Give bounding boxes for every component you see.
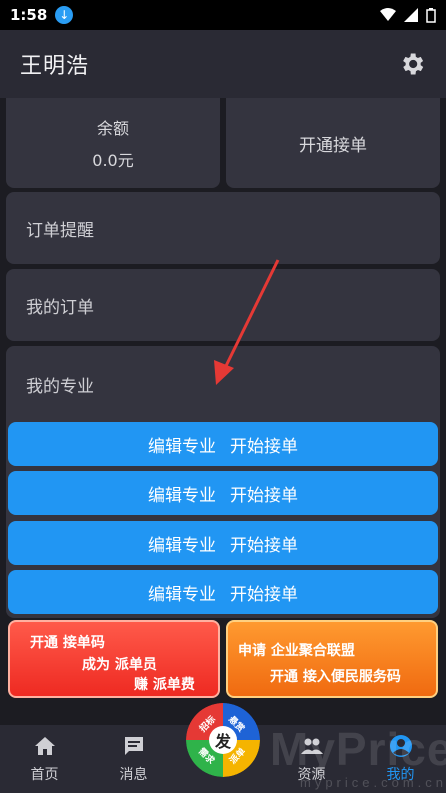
status-bar: 1:58 ↓ bbox=[0, 0, 446, 30]
balance-card[interactable]: 余额 0.0元 bbox=[6, 98, 220, 188]
order-reminder-item[interactable]: 订单提醒 bbox=[6, 192, 440, 264]
my-orders-label: 我的订单 bbox=[26, 297, 94, 318]
promo-alliance-banner[interactable]: 申请 企业聚合联盟 开通 接入便民服务码 bbox=[226, 620, 438, 698]
start-order-label: 开始接单 bbox=[230, 584, 298, 605]
specialty-button-2[interactable]: 编辑专业 开始接单 bbox=[8, 471, 438, 515]
promo-right-line2: 开通 接入便民服务码 bbox=[270, 669, 401, 685]
download-icon: ↓ bbox=[55, 6, 74, 24]
my-orders-item[interactable]: 我的订单 bbox=[6, 269, 440, 341]
start-order-label: 开始接单 bbox=[230, 535, 298, 556]
page-title: 王明浩 bbox=[20, 54, 90, 79]
specialty-button-3[interactable]: 编辑专业 开始接单 bbox=[8, 521, 438, 565]
home-icon bbox=[34, 737, 55, 755]
my-specialty-label: 我的专业 bbox=[26, 377, 94, 397]
open-order-card[interactable]: 开通接单 bbox=[226, 98, 440, 188]
tab-home-label: 首页 bbox=[30, 767, 59, 783]
fab-center-label: 发 bbox=[209, 726, 237, 754]
edit-specialty-label: 编辑专业 bbox=[148, 485, 216, 506]
status-icons bbox=[380, 7, 436, 23]
main-content: 余额 0.0元 开通接单 订单提醒 我的订单 我的专业 编辑专业 开始接单 编辑… bbox=[0, 98, 446, 720]
promo-left-line3: 赚 派单费 bbox=[134, 677, 195, 693]
start-order-label: 开始接单 bbox=[230, 485, 298, 506]
publish-fab-button[interactable]: 招标 悬赏 需求 派单 发 bbox=[186, 703, 260, 777]
promo-order-code-banner[interactable]: 开通 接单码 成为 派单员 赚 派单费 bbox=[8, 620, 220, 698]
edit-specialty-label: 编辑专业 bbox=[148, 535, 216, 556]
settings-gear-icon[interactable] bbox=[398, 50, 426, 78]
start-order-label: 开始接单 bbox=[230, 436, 298, 457]
promo-left-line1: 开通 接单码 bbox=[30, 635, 105, 651]
tab-messages[interactable]: 消息 bbox=[89, 725, 178, 793]
watermark-logo: MyPrice bbox=[270, 723, 446, 775]
specialty-button-4[interactable]: 编辑专业 开始接单 bbox=[8, 570, 438, 614]
tab-home[interactable]: 首页 bbox=[0, 725, 89, 793]
battery-icon bbox=[426, 7, 436, 23]
specialty-button-1[interactable]: 编辑专业 开始接单 bbox=[8, 422, 438, 466]
tab-messages-label: 消息 bbox=[119, 767, 148, 783]
promo-left-line2: 成为 派单员 bbox=[82, 657, 157, 673]
balance-value: 0.0元 bbox=[92, 151, 134, 170]
signal-icon bbox=[404, 8, 418, 22]
app-bar: 王明浩 bbox=[0, 30, 446, 98]
balance-label: 余额 bbox=[96, 119, 129, 138]
promo-right-line1: 申请 企业聚合联盟 bbox=[238, 643, 355, 659]
order-reminder-label: 订单提醒 bbox=[26, 220, 94, 241]
edit-specialty-label: 编辑专业 bbox=[148, 436, 216, 457]
edit-specialty-label: 编辑专业 bbox=[148, 584, 216, 605]
open-order-label: 开通接单 bbox=[299, 135, 367, 156]
message-icon bbox=[124, 737, 143, 755]
wifi-icon bbox=[380, 8, 396, 21]
watermark-url: myprice.com.cn bbox=[300, 775, 446, 790]
status-time: 1:58 bbox=[10, 6, 48, 24]
